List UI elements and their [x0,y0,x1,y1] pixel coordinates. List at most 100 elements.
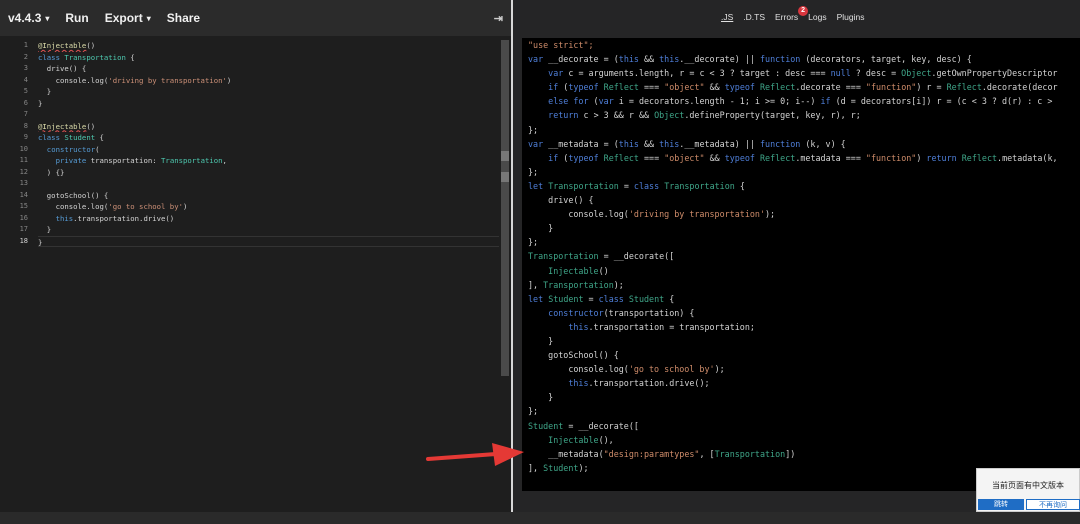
code-line[interactable]: gotoSchool() { [38,190,499,202]
code-line[interactable]: } [38,98,499,110]
output-panel: .JS .D.TS Errors 2 Logs Plugins "use strict";… [513,0,1080,512]
code-line[interactable]: private transportation: Transportation, [38,155,499,167]
share-button[interactable]: Share [159,0,208,36]
code-token: typeof [568,82,599,93]
code-line[interactable]: } [38,86,499,98]
code-token: var [528,138,544,149]
output-line: var __metadata = (this && this.__metadat… [522,137,1080,151]
output-line: __metadata("design:paramtypes", [Transpo… [522,447,1080,461]
code-token: let [528,180,544,191]
code-token: i = decorators.length - 1; i >= 0; i--) [613,96,821,107]
code-token: (), [598,434,614,445]
code-token: private [55,156,87,165]
code-line[interactable]: @Injectable() [38,121,499,133]
line-number: 18 [19,236,28,245]
version-dropdown[interactable]: v4.4.3 ▾ [0,0,57,36]
dismiss-button[interactable]: 不再询问 [1026,499,1080,510]
code-line[interactable]: console.log('driving by transportation') [38,75,499,87]
editor-scrollbar[interactable] [501,40,509,376]
tab-js[interactable]: .JS [721,12,733,22]
collapse-panel-icon[interactable]: ⇥ [494,12,503,25]
code-token: Injectable [548,434,599,445]
output-line: var __decorate = (this && this.__decorat… [522,52,1080,66]
code-token: drive() { [528,195,594,206]
code-line[interactable]: } [38,224,499,236]
code-line[interactable]: console.log('go to school by') [38,201,499,213]
tab-dts[interactable]: .D.TS [743,12,765,22]
output-line: if (typeof Reflect === "object" && typeo… [522,80,1080,94]
code-line[interactable] [38,178,499,190]
code-line[interactable]: class Student { [38,132,499,144]
code-line[interactable]: drive() { [38,63,499,75]
run-label: Run [65,11,89,25]
bottom-bar [0,512,1080,524]
output-line: }; [522,404,1080,418]
code-token: }; [528,406,539,417]
code-token: ); [714,364,725,375]
scrollbar-marker [501,172,509,182]
code-token: gotoSchool() { [528,350,619,361]
run-button[interactable]: Run [57,0,96,36]
code-token: ) [226,75,232,85]
code-token: var [548,68,564,79]
tab-errors[interactable]: Errors 2 [775,6,809,22]
code-token: Student [628,293,665,304]
code-token: ) [916,152,927,163]
line-number: 9 [23,133,28,141]
code-token: return [548,110,579,121]
code-token: { [664,293,675,304]
tab-logs[interactable]: Logs [808,12,826,22]
code-token: Object [654,110,685,121]
error-count-badge: 2 [798,6,809,16]
code-token: () [598,265,609,276]
line-number: 1 [23,41,28,49]
code-token: === [638,82,665,93]
code-token: return [926,152,957,163]
code-line[interactable]: @Injectable() [38,40,499,52]
code-line[interactable]: this.transportation.drive() [38,213,499,225]
code-token: this [568,321,589,332]
code-line[interactable]: } [38,235,499,247]
source-code[interactable]: @Injectable() class Transportation { driv… [38,40,499,247]
code-token: }; [528,166,539,177]
code-token: typeof [724,82,755,93]
output-line: console.log('go to school by'); [522,362,1080,376]
code-token: if [548,82,559,93]
output-line: return c > 3 && r && Object.defineProper… [522,108,1080,122]
code-token: } [528,223,554,234]
code-token: drive() { [38,64,87,73]
code-token: constructor [548,307,604,318]
code-token: console.log( [528,209,629,220]
export-dropdown[interactable]: Export ▾ [97,0,159,36]
tab-label: .D.TS [743,12,766,22]
code-token: constructor [46,144,96,154]
code-token: === [638,152,665,163]
code-token: __metadata( [528,448,604,459]
chevron-down-icon: ▾ [45,13,50,23]
code-token: class [38,133,65,142]
code-token: .metadata === [795,152,866,163]
code-line[interactable]: constructor( [38,144,499,156]
code-token: .__decorate) || [679,54,760,65]
code-line[interactable]: ) {} [38,167,499,179]
code-token: ); [578,462,589,473]
code-token: Object [901,68,932,79]
code-token: .transportation.drive() [73,213,175,223]
export-label: Export [104,11,143,25]
code-token: function [759,138,801,149]
code-token: c = arguments.length, r = c < 3 ? target… [563,68,831,79]
compiled-js-output: "use strict"; var __decorate = (this && t… [522,38,1080,491]
code-token: Injectable [548,265,599,276]
code-token: ( [558,82,569,93]
output-line: else for (var i = decorators.length - 1;… [522,94,1080,108]
go-button[interactable]: 跳转 [978,499,1024,510]
code-line[interactable] [38,109,499,121]
code-token: && [638,54,660,65]
code-line[interactable]: class Transportation { [38,52,499,64]
tab-plugins[interactable]: Plugins [837,12,865,22]
code-token: (d = decorators[i]) r = (c < 3 ? d(r) : … [830,96,1053,107]
code-token: && [704,82,725,93]
